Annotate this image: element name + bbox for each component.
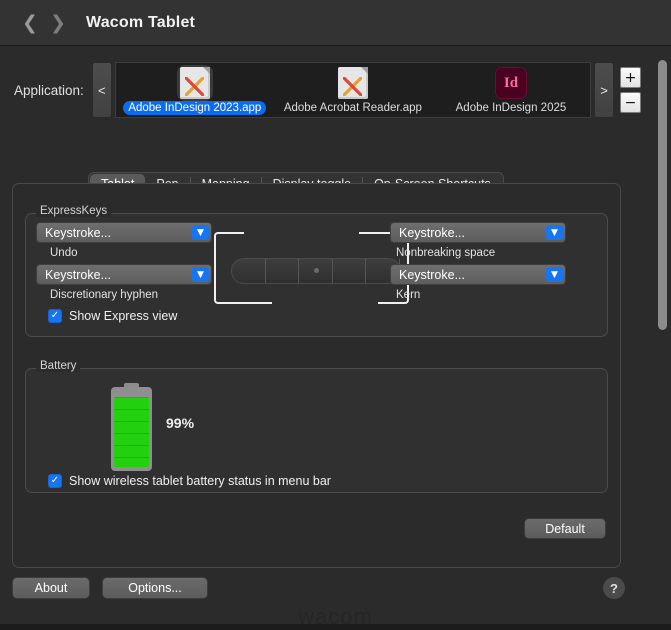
show-express-view-label: Show Express view <box>69 309 178 323</box>
expresskey-value: Keystroke... <box>45 267 111 282</box>
expresskey-dropdown-top-right[interactable]: Keystroke... ▼ <box>390 222 566 243</box>
chevron-down-icon[interactable]: ▼ <box>192 267 209 282</box>
show-express-view-row[interactable]: ✓ Show Express view <box>48 309 177 323</box>
document-app-icon <box>176 65 213 101</box>
connector-line <box>214 232 244 272</box>
application-item-label: Adobe InDesign 2023.app <box>123 101 267 115</box>
indesign-icon-text: Id <box>494 67 527 99</box>
chevron-down-icon[interactable]: ▼ <box>546 225 563 240</box>
checkbox-checked-icon[interactable]: ✓ <box>48 309 62 323</box>
app-prev-button[interactable]: < <box>91 62 112 118</box>
expresskey-sublabel-bottom-left: Discretionary hyphen <box>50 289 159 301</box>
chevron-down-icon[interactable]: ▼ <box>192 225 209 240</box>
show-battery-status-label: Show wireless tablet battery status in m… <box>69 474 331 488</box>
expresskey-dropdown-bottom-left[interactable]: Keystroke... ▼ <box>36 264 212 285</box>
expresskey-value: Keystroke... <box>45 225 111 240</box>
battery-icon <box>111 383 152 471</box>
forward-chevron-icon[interactable]: ❯ <box>44 9 72 37</box>
back-chevron-icon[interactable]: ❮ <box>16 9 44 37</box>
battery-percent-label: 99% <box>166 415 195 431</box>
settings-panel: ExpressKeys Keystroke... ▼ Undo Keystrok… <box>12 183 621 568</box>
application-label: Application: <box>14 82 84 98</box>
expresskey-value: Keystroke... <box>399 225 465 240</box>
application-selector-row: Application: < Adobe InDesign 2023.app A… <box>14 60 641 120</box>
window-body: Application: < Adobe InDesign 2023.app A… <box>0 46 671 629</box>
bottom-button-row: About Options... ? <box>12 577 625 603</box>
expresskey-dropdown-bottom-right[interactable]: Keystroke... ▼ <box>390 264 566 285</box>
indesign-icon: Id <box>494 66 527 100</box>
chevron-down-icon[interactable]: ▼ <box>546 267 563 282</box>
show-battery-status-row[interactable]: ✓ Show wireless tablet battery status in… <box>48 474 331 488</box>
application-item[interactable]: Id Adobe InDesign 2025 <box>436 66 586 118</box>
checkbox-checked-icon[interactable]: ✓ <box>48 474 62 488</box>
expresskey-dropdown-top-left[interactable]: Keystroke... ▼ <box>36 222 212 243</box>
application-item-label: Adobe Acrobat Reader.app <box>283 102 422 114</box>
expresskey-value: Keystroke... <box>399 267 465 282</box>
app-next-button[interactable]: > <box>594 62 614 118</box>
expresskey-sublabel-top-right: Nonbreaking space <box>396 247 496 259</box>
window-titlebar: ❮ ❯ Wacom Tablet <box>0 0 671 46</box>
app-add-remove-group: + − <box>620 67 641 113</box>
application-list: Adobe InDesign 2023.app Adobe Acrobat Re… <box>114 62 591 118</box>
vertical-scrollbar[interactable] <box>658 60 667 594</box>
expresskey-sublabel-bottom-right: Kern <box>396 289 421 301</box>
document-app-icon <box>337 66 368 100</box>
expresskey-sublabel-top-left: Undo <box>50 247 78 259</box>
application-item[interactable]: Adobe InDesign 2023.app <box>120 65 270 118</box>
help-button[interactable]: ? <box>603 577 625 599</box>
application-item[interactable]: Adobe Acrobat Reader.app <box>278 66 428 118</box>
default-button[interactable]: Default <box>524 518 606 539</box>
about-button[interactable]: About <box>12 577 90 599</box>
battery-group-title: Battery <box>36 360 81 372</box>
wacom-watermark: wacom <box>298 604 373 629</box>
application-item-label: Adobe InDesign 2025 <box>455 102 567 114</box>
options-button[interactable]: Options... <box>102 577 208 599</box>
battery-group: Battery 99% ✓ Show wireless tablet batte… <box>25 360 608 493</box>
remove-application-button[interactable]: − <box>620 92 641 113</box>
connector-line <box>214 272 272 304</box>
add-application-button[interactable]: + <box>620 67 641 88</box>
window-title: Wacom Tablet <box>86 13 196 31</box>
expresskeys-group: ExpressKeys Keystroke... ▼ Undo Keystrok… <box>25 205 608 337</box>
scrollbar-thumb[interactable] <box>658 60 667 330</box>
